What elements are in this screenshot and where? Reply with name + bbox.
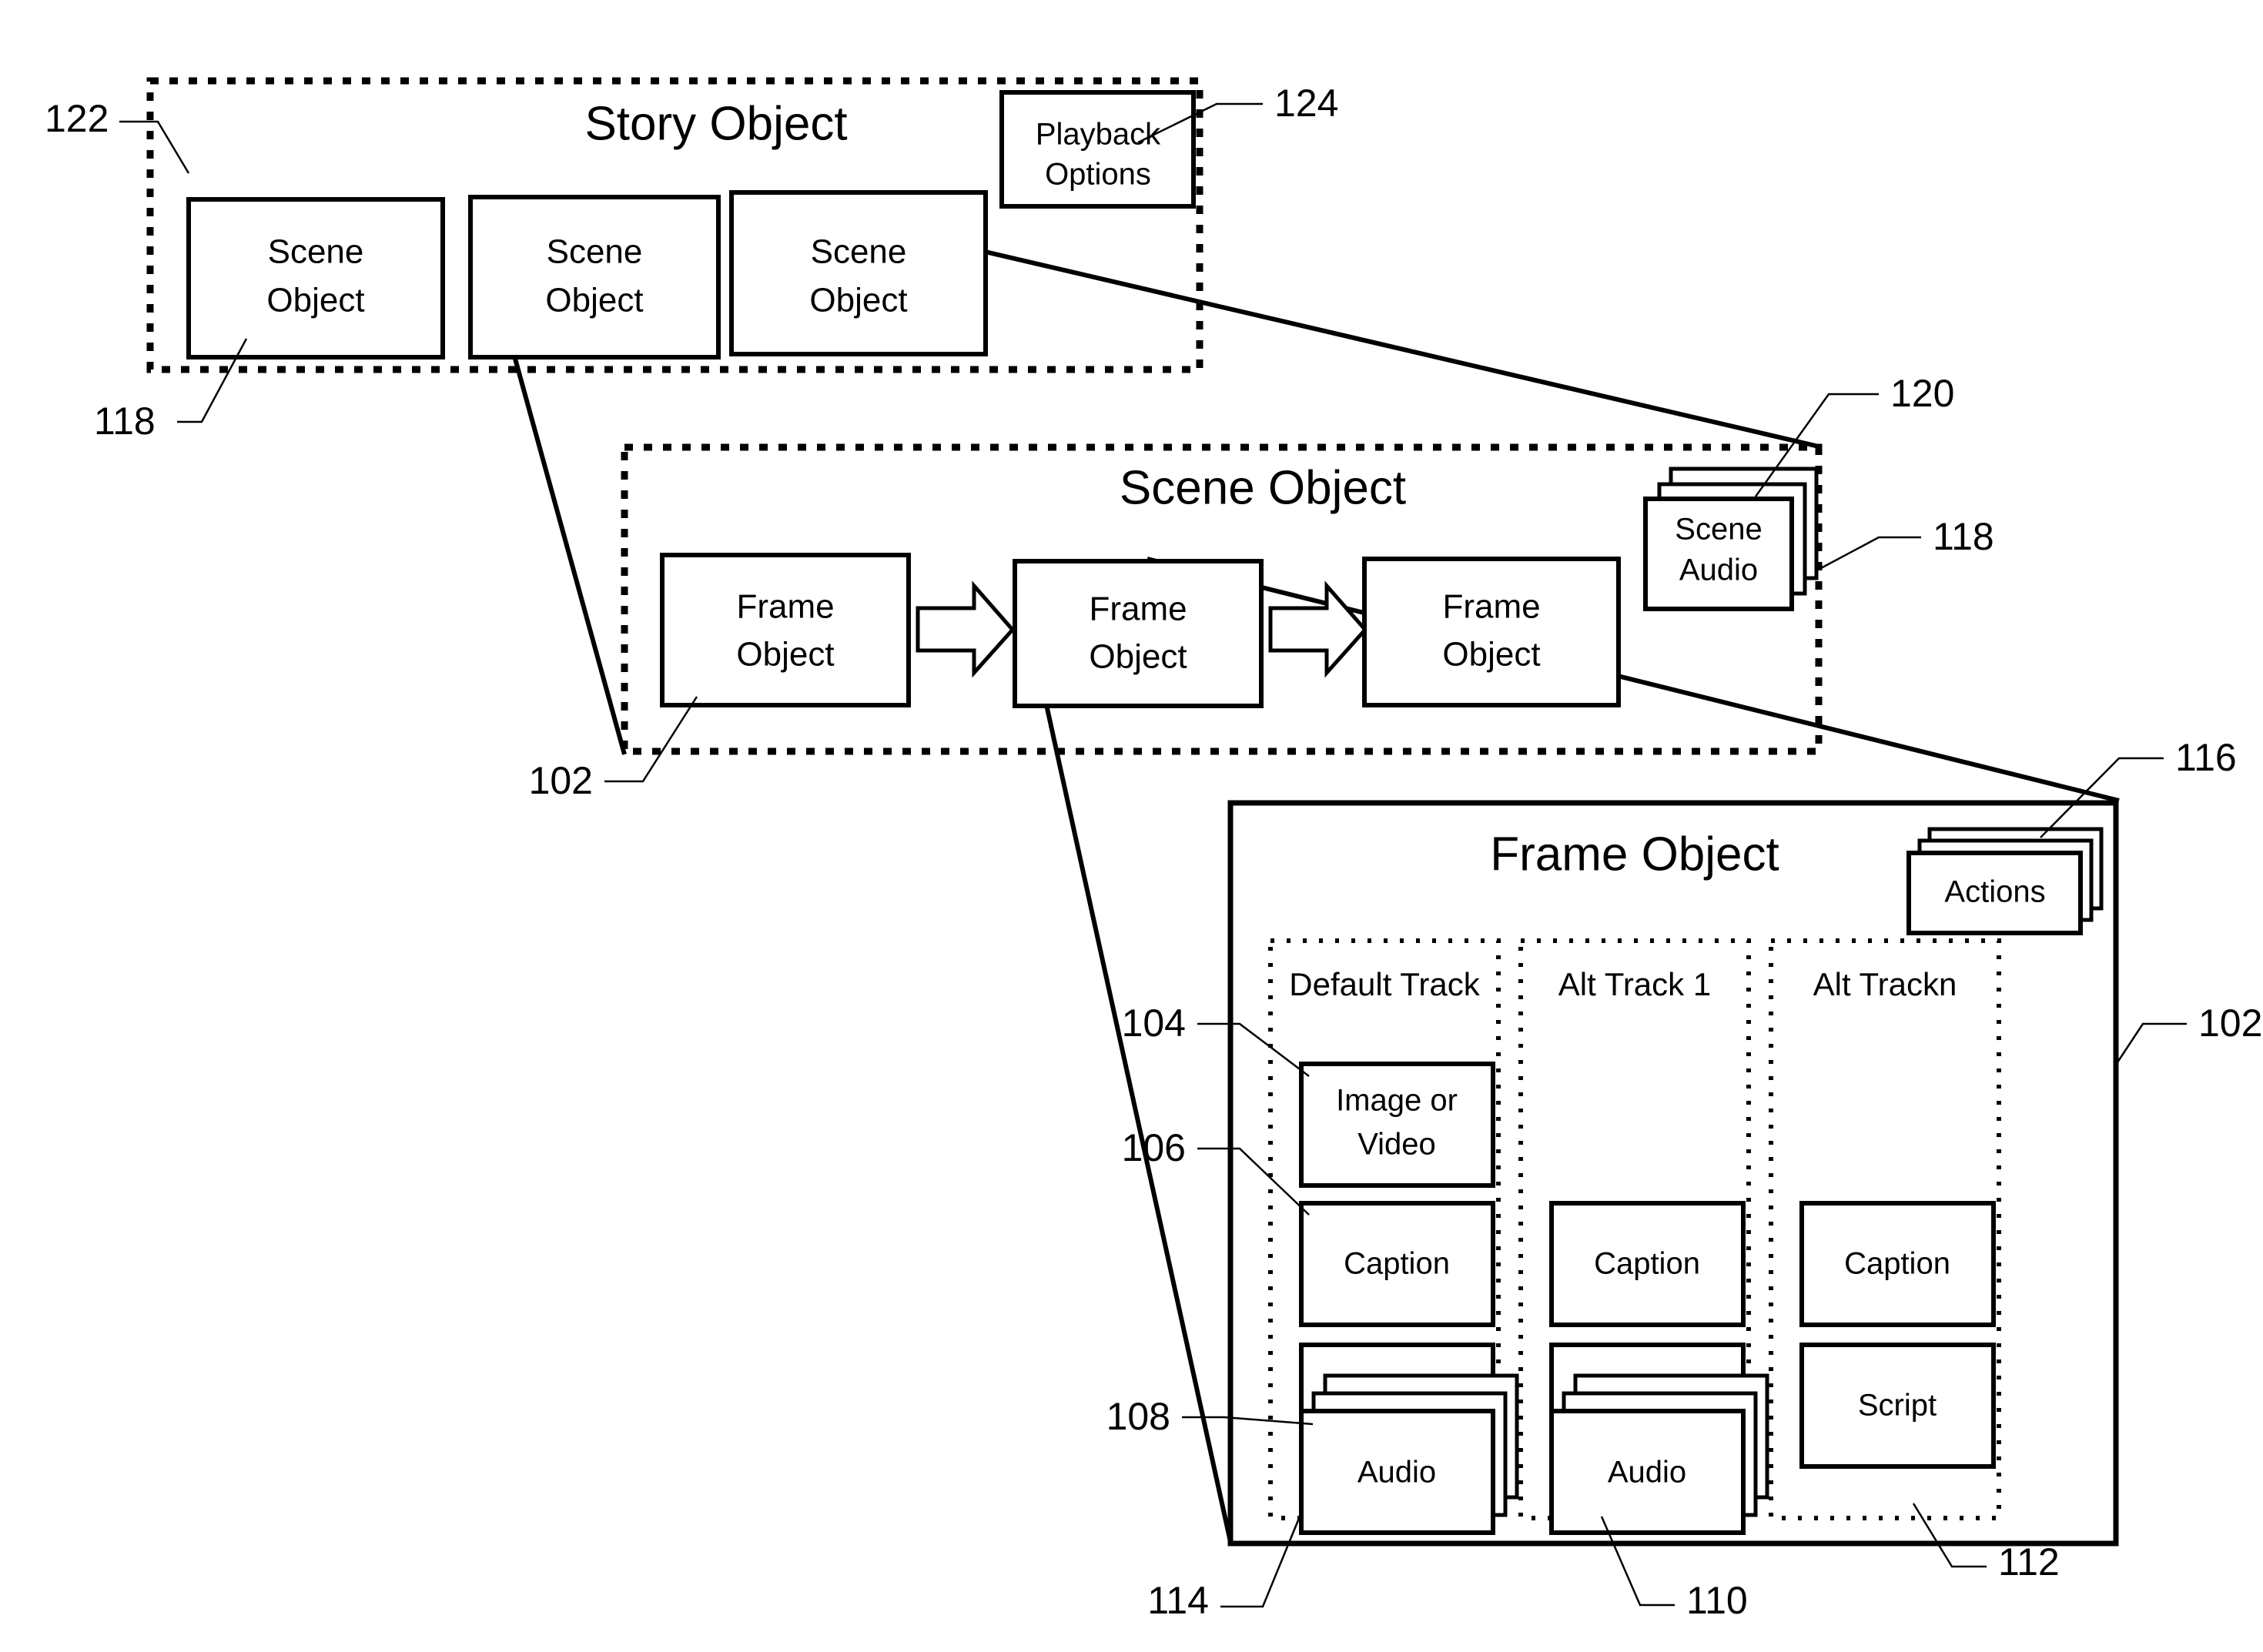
scene-frame-object-1-label-line2: Object [736,636,834,674]
frame-flow-arrow-2 [1268,580,1368,678]
scene-audio-stack[interactable]: Scene Audio [1643,467,1819,611]
ref-122-leader-line [119,120,190,174]
story-scene-object-1-label-line2: Object [266,282,364,319]
scene-frame-object-3-box [1362,557,1621,707]
actions-stack[interactable]: Actions [1906,827,2104,935]
track-item-caption-default[interactable]: Caption [1299,1201,1495,1327]
track-item-script-altn[interactable]: Script [1799,1343,1996,1469]
scene-object-panel[interactable]: Scene Object Frame Object Frame Object F… [621,443,1823,755]
story-object-title: Story Object [584,97,847,150]
scene-frame-object-1-label-line1: Frame [736,588,834,626]
patent-figure-root: Story Object Scene Object Scene Object S… [0,0,2263,1652]
story-scene-object-1-box [186,197,445,359]
story-scene-object-2[interactable]: Scene Object [468,195,721,359]
ref-102-frame-callout: 102 [2114,1002,2262,1065]
story-scene-object-1-label-line1: Scene [268,233,364,271]
frame-object-panel[interactable]: Frame Object Actions Default Track Image… [1227,800,2119,1547]
ref-122-label: 122 [45,97,109,140]
story-scene-object-1[interactable]: Scene Object [186,197,445,359]
playback-options-label-line1: Playback [1036,118,1161,152]
ref-102-frame-leader-line [2114,1022,2187,1065]
ref-116-label: 116 [2175,736,2237,779]
track-item-caption-alt1[interactable]: Caption [1549,1201,1746,1327]
audio-default-label: Audio [1357,1456,1436,1490]
image-or-video-label-line1: Image or [1336,1084,1458,1118]
caption-default-label: Caption [1344,1247,1450,1281]
playback-options-box[interactable]: Playback Options [999,90,1196,209]
image-or-video-box [1299,1062,1495,1188]
track-item-audio-default[interactable]: Audio [1299,1373,1519,1535]
track-column-altn-title: Alt Trackn [1813,966,1957,1002]
ref-118-scene-label: 118 [1933,515,1994,558]
ref-118-story-label: 118 [94,400,156,443]
ref-102-scene-label: 102 [529,759,593,802]
actions-label: Actions [1944,875,2045,909]
script-altn-label: Script [1858,1389,1937,1423]
scene-frame-object-2-label-line1: Frame [1089,590,1187,628]
ref-118-scene-callout: 118 [1820,515,1994,570]
story-scene-object-3-label-line2: Object [809,282,907,319]
ref-114-label: 114 [1147,1579,1209,1622]
ref-118-scene-leader-line [1820,536,1921,570]
track-item-image-or-video[interactable]: Image or Video [1299,1062,1495,1188]
track-column-default-title: Default Track [1289,966,1480,1002]
frame-object-title: Frame Object [1490,828,1779,881]
story-scene-object-3[interactable]: Scene Object [729,190,988,356]
scene-audio-label-line2: Audio [1679,553,1758,587]
scene-object-title: Scene Object [1120,461,1406,514]
right-arrow-icon-2 [1268,580,1368,678]
track-item-caption-altn[interactable]: Caption [1799,1201,1996,1327]
track-column-alt1-title: Alt Track 1 [1558,966,1711,1002]
story-scene-object-2-label-line1: Scene [547,233,643,271]
story-scene-object-2-label-line2: Object [545,282,643,319]
audio-alt1-label: Audio [1608,1456,1686,1490]
image-or-video-label-line2: Video [1357,1128,1436,1162]
ref-102-frame-label: 102 [2198,1002,2262,1045]
ref-124-label: 124 [1274,82,1338,125]
scene-frame-object-3[interactable]: Frame Object [1362,557,1621,707]
story-scene-object-2-box [468,195,721,359]
hierarchy-diagram: Story Object Scene Object Scene Object S… [45,77,2262,1622]
ref-112-label: 112 [1998,1540,2060,1583]
frame-flow-arrow-1 [916,580,1016,678]
ref-104-label: 104 [1122,1002,1186,1045]
ref-106-label: 106 [1122,1126,1186,1169]
scene-frame-object-3-label-line2: Object [1442,636,1540,674]
scene-frame-object-2-box [1013,559,1264,708]
track-item-audio-alt1[interactable]: Audio [1549,1373,1769,1535]
scene-frame-object-1-box [660,553,911,707]
scene-frame-object-2-label-line2: Object [1089,638,1187,676]
ref-120-label: 120 [1890,372,1954,415]
story-scene-object-3-label-line1: Scene [811,233,907,271]
ref-122-callout: 122 [45,97,190,174]
scene-frame-object-3-label-line1: Frame [1442,588,1540,626]
scene-frame-object-1[interactable]: Frame Object [660,553,911,707]
caption-alt1-label: Caption [1594,1247,1700,1281]
playback-options-label-line2: Options [1045,158,1151,192]
ref-108-label: 108 [1106,1395,1170,1438]
story-object-panel[interactable]: Story Object Scene Object Scene Object S… [146,77,1203,373]
scene-frame-object-2[interactable]: Frame Object [1013,559,1264,708]
scene-audio-label-line1: Scene [1675,513,1762,547]
story-scene-object-3-box [729,190,988,356]
zoom-line-frame-right [1147,557,2120,803]
ref-110-label: 110 [1686,1579,1748,1622]
right-arrow-icon-1 [916,580,1016,678]
caption-altn-label: Caption [1844,1247,1950,1281]
